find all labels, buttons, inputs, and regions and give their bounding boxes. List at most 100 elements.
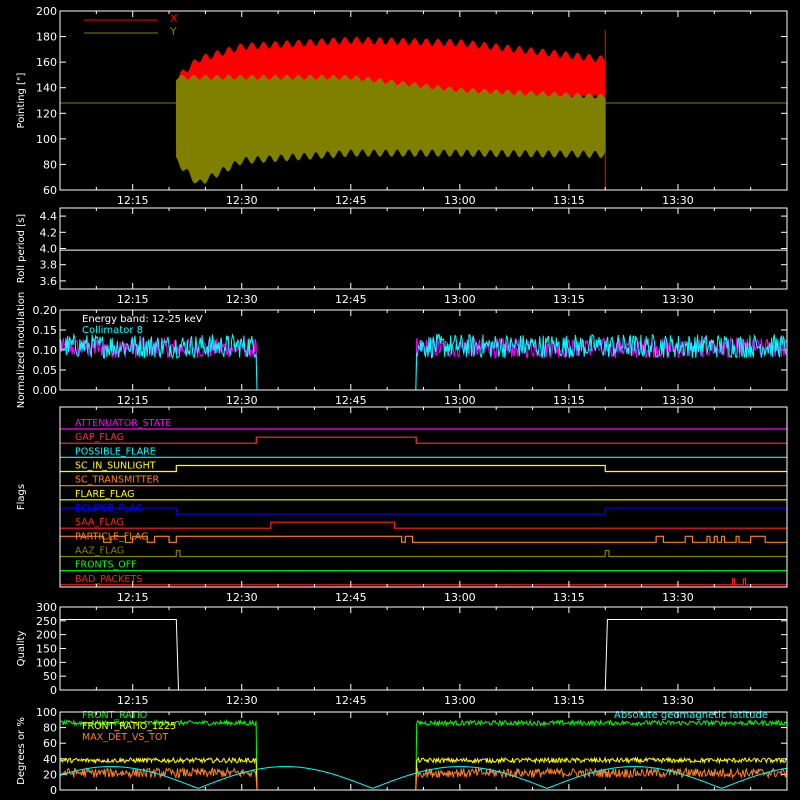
y-tick-label: 0 — [50, 684, 57, 697]
y-tick-label: 80 — [43, 722, 57, 735]
energy-band-label: Energy band: 12-25 keV — [82, 314, 203, 325]
flag-label-bad-packets: BAD_PACKETS — [75, 574, 142, 585]
flag-label-possible-flare: POSSIBLE_FLARE — [75, 446, 156, 457]
y-tick-label: 140 — [36, 82, 57, 95]
modulation-panel: 0.00 0.05 0.10 0.15 0.20 Normalized modulatio… — [16, 292, 788, 409]
y-tick-label: 100 — [36, 133, 57, 146]
y-tick-label: 4.4 — [40, 210, 58, 223]
legend-max-det-vs-tot: MAX_DET_VS_TOT — [82, 732, 168, 743]
flag-line-gap-flag — [60, 436, 787, 444]
y-tick-label: 0 — [50, 784, 57, 797]
roll-panel: 3.6 3.8 4.0 4.2 4.4 Roll period [s] 12:15 12:30… — [16, 207, 788, 306]
flag-line-eclipse-flag — [59, 507, 788, 515]
y-tick-label: 100 — [36, 656, 57, 669]
x-tick-label: 12:15 — [117, 293, 149, 306]
figure: XY12:15 12:30 12:45 13:00 13:15 13:3060801001… — [16, 5, 788, 797]
x-tick-label: 13:15 — [553, 293, 585, 306]
x-tick-label: 12:15 — [117, 194, 149, 207]
y-tick-label: 80 — [43, 158, 57, 171]
y-tick-label: 3.6 — [40, 275, 58, 288]
x-tick-label: 12:45 — [335, 394, 367, 407]
legend-label-x: X — [170, 12, 178, 25]
y-axis-label: Roll period [s] — [16, 214, 27, 283]
x-tick-label: 12:30 — [226, 591, 258, 604]
x-tick-label: 12:45 — [335, 293, 367, 306]
x-tick-label: 13:15 — [553, 694, 585, 707]
y-tick-label: 60 — [43, 184, 57, 197]
flag-label-aaz-flag: AAZ_FLAG — [75, 546, 124, 557]
flag-line-sc-in-sunlight — [60, 464, 787, 473]
y-tick-label: 120 — [36, 107, 57, 120]
y-axis-label: Pointing ["] — [16, 72, 27, 128]
modulation-series-1 — [60, 332, 787, 391]
y-tick-label: 0.10 — [33, 344, 58, 357]
plot-frame — [59, 406, 788, 588]
y-axis-label: Normalized modulation — [16, 292, 27, 409]
x-tick-label: 13:15 — [553, 394, 585, 407]
flag-line-aaz-flag — [60, 549, 787, 558]
flag-label-particle-flag: PARTICLE_FLAG — [75, 531, 148, 542]
y-tick-label: 100 — [36, 706, 57, 719]
flag-label-saa-flag: SAA_FLAG — [75, 517, 124, 528]
flag-label-fronts-off: FRONTS_OFF — [75, 560, 137, 571]
y-tick-label: 0.00 — [33, 384, 58, 397]
flag-line-saa-flag — [60, 521, 787, 529]
y-tick-label: 3.8 — [40, 259, 58, 272]
x-tick-label: 12:30 — [226, 194, 258, 207]
x-tick-label: 12:45 — [335, 694, 367, 707]
flag-label-gap-flag: GAP_FLAG — [75, 432, 124, 443]
x-tick-label: 13:00 — [444, 591, 476, 604]
y-tick-label: 180 — [36, 31, 57, 44]
y-tick-label: 40 — [43, 753, 57, 766]
y-tick-label: 0.15 — [33, 324, 58, 337]
y-axis-label: Degrees or % — [16, 717, 27, 785]
y-tick-label: 4.2 — [40, 226, 58, 239]
x-tick-label: 12:30 — [226, 293, 258, 306]
y-tick-label: 50 — [43, 670, 57, 683]
degrees-panel: 020406080100Degrees or %FRONT_RATIOFRONT… — [16, 706, 788, 797]
x-tick-label: 13:15 — [553, 194, 585, 207]
flag-label-flare-flag: FLARE_FLAG — [75, 489, 135, 500]
y-tick-label: 0.05 — [33, 364, 58, 377]
y-tick-label: 60 — [43, 737, 57, 750]
legend-front-ratio-1225: FRONT_RATIO_1225 — [82, 721, 176, 732]
flag-label-eclipse-flag: ECLIPSE_FLAG — [75, 503, 143, 514]
legend-label-y: Y — [169, 25, 177, 38]
x-tick-label: 12:45 — [335, 591, 367, 604]
x-tick-label: 12:15 — [117, 694, 149, 707]
x-tick-label: 13:30 — [662, 591, 694, 604]
y-tick-label: 0.20 — [33, 304, 58, 317]
x-tick-label: 13:30 — [662, 194, 694, 207]
y-tick-label: 160 — [36, 56, 57, 69]
y-tick-label: 250 — [36, 615, 57, 628]
x-tick-label: 13:00 — [444, 194, 476, 207]
x-tick-label: 12:30 — [226, 694, 258, 707]
y-axis-label: Quality — [16, 631, 27, 667]
x-tick-label: 13:00 — [444, 394, 476, 407]
pointing-panel: XY 12:15 12:30 12:45 13:00 13:15 13:30 60 80 100 1… — [16, 5, 788, 207]
plot-frame — [59, 207, 788, 290]
x-tick-label: 13:30 — [662, 293, 694, 306]
flag-label-sc-in-sunlight: SC_IN_SUNLIGHT — [75, 461, 156, 472]
x-tick-label: 13:30 — [662, 394, 694, 407]
x-tick-label: 13:30 — [662, 694, 694, 707]
flags-panel: ATTENUATOR_STATE GAP_FLAG POSSIBLE_FLARE SC… — [16, 406, 788, 604]
flag-label-sc-transmitter: SC_TRANSMITTER — [75, 475, 160, 486]
collimator-label: Collimator 8 — [82, 325, 143, 336]
x-tick-label: 13:15 — [553, 591, 585, 604]
y-tick-label: 200 — [36, 5, 57, 18]
y-tick-label: 150 — [36, 643, 57, 656]
flag-label-attenuator-state: ATTENUATOR_STATE — [75, 418, 171, 429]
x-tick-label: 13:00 — [444, 694, 476, 707]
y-axis-label: Flags — [16, 484, 27, 510]
y-tick-label: 20 — [43, 768, 57, 781]
x-tick-label: 12:15 — [117, 394, 149, 407]
x-tick-label: 12:45 — [335, 194, 367, 207]
x-tick-label: 12:15 — [117, 591, 149, 604]
quality-panel: 050100150200250300 Quality 12:15 12:30 12:45… — [16, 601, 788, 707]
y-tick-label: 200 — [36, 629, 57, 642]
x-tick-label: 12:30 — [226, 394, 258, 407]
y-tick-label: 4.0 — [40, 243, 58, 256]
quality-series-line — [60, 618, 787, 691]
x-tick-label: 13:00 — [444, 293, 476, 306]
